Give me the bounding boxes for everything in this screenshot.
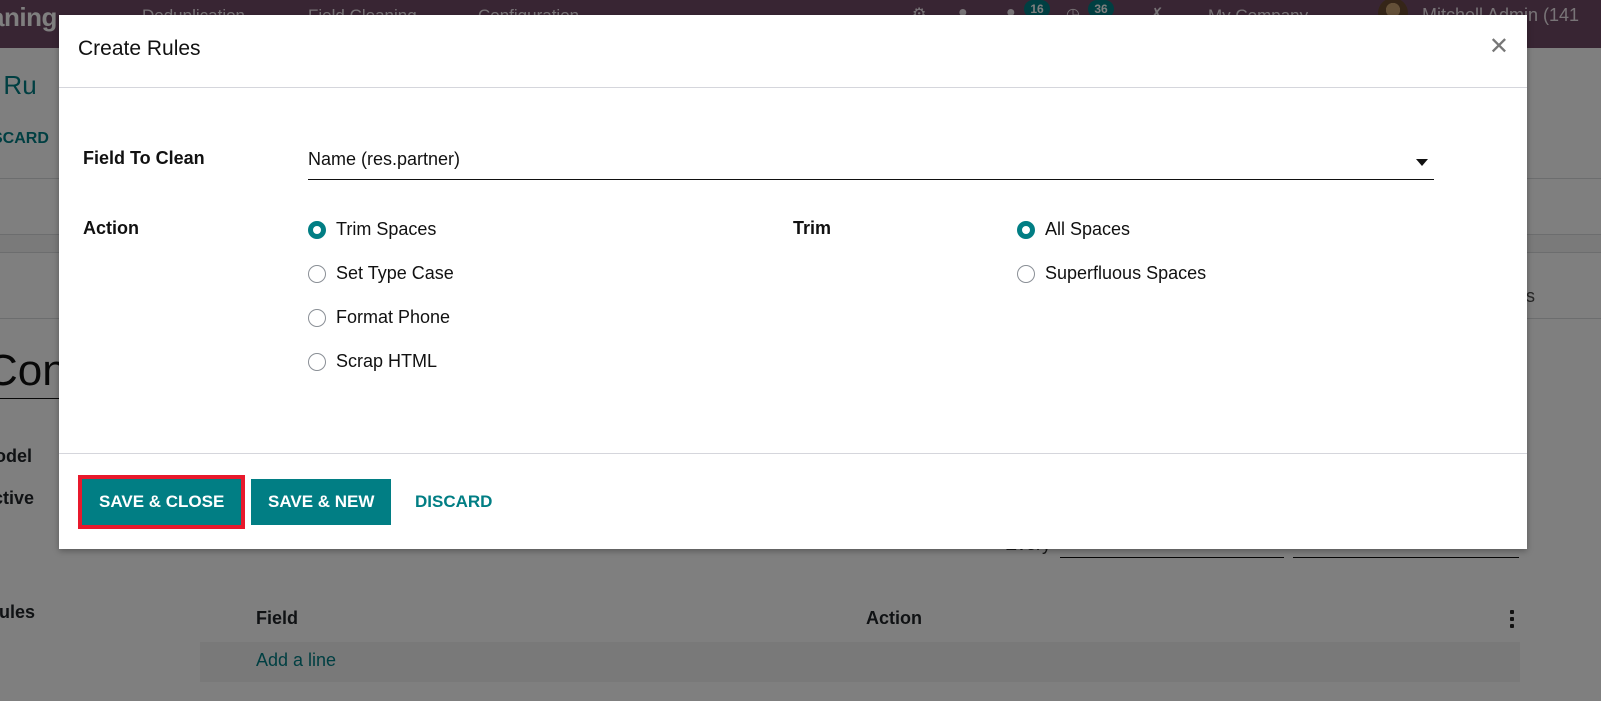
radio-label: Trim Spaces [336, 219, 437, 239]
modal-header: Create Rules ✕ [59, 15, 1527, 88]
field-to-clean-select[interactable]: Name (res.partner) [308, 149, 1434, 180]
radio-superfluous-spaces[interactable]: Superfluous Spaces [1017, 263, 1206, 284]
modal-title: Create Rules [78, 37, 201, 60]
caret-down-icon [1416, 159, 1428, 166]
save-new-button[interactable]: SAVE & NEW [251, 479, 392, 525]
radio-all-spaces[interactable]: All Spaces [1017, 219, 1130, 240]
radio-checked-icon[interactable] [1017, 220, 1035, 239]
field-to-clean-value: Name (res.partner) [308, 149, 461, 169]
radio-set-type-case[interactable]: Set Type Case [308, 263, 454, 284]
radio-label: All Spaces [1045, 219, 1131, 239]
create-rules-dialog: Create Rules ✕ Field To Clean Name (res.… [59, 15, 1527, 549]
field-to-clean-label: Field To Clean [83, 148, 205, 168]
radio-trim-spaces[interactable]: Trim Spaces [308, 219, 436, 240]
radio-scrap-html[interactable]: Scrap HTML [308, 351, 437, 372]
radio-label: Format Phone [336, 307, 451, 327]
radio-unchecked-icon[interactable] [308, 264, 326, 283]
radio-label: Scrap HTML [336, 351, 438, 371]
action-label: Action [83, 218, 139, 238]
radio-unchecked-icon[interactable] [308, 308, 326, 327]
radio-format-phone[interactable]: Format Phone [308, 307, 450, 328]
save-close-button[interactable]: SAVE & CLOSE [77, 475, 246, 529]
radio-unchecked-icon[interactable] [1017, 264, 1035, 283]
radio-unchecked-icon[interactable] [308, 352, 326, 371]
close-icon[interactable]: ✕ [1489, 35, 1509, 59]
discard-button[interactable]: DISCARD [398, 479, 509, 525]
radio-checked-icon[interactable] [308, 220, 326, 239]
trim-label: Trim [793, 218, 832, 238]
modal-footer: SAVE & CLOSE SAVE & NEW DISCARD [59, 453, 1527, 549]
radio-label: Set Type Case [336, 263, 454, 283]
radio-label: Superfluous Spaces [1045, 263, 1207, 283]
